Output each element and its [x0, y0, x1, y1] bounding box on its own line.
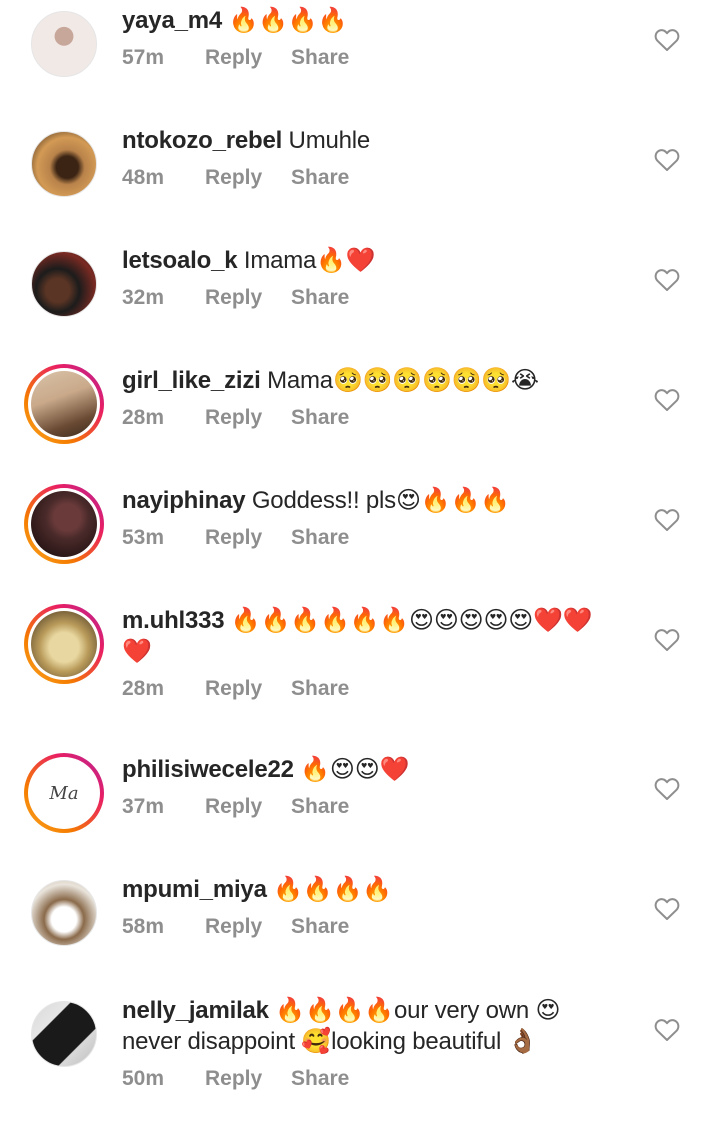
share-button[interactable]: Share	[291, 526, 349, 550]
comment-text: philisiwecele22 🔥😍😍❤️	[122, 754, 622, 785]
comment-username[interactable]: nayiphinay	[122, 487, 246, 514]
heart-outline-icon[interactable]	[654, 268, 680, 292]
heart-outline-icon[interactable]	[654, 777, 680, 801]
reply-button[interactable]: Reply	[205, 286, 291, 310]
avatar-image	[31, 1001, 97, 1067]
story-ring	[24, 604, 104, 684]
comment-meta: 48m Reply Share	[122, 166, 622, 190]
comment-meta: 50m Reply Share	[122, 1067, 592, 1091]
reply-button[interactable]: Reply	[205, 915, 291, 939]
comment-meta: 57m Reply Share	[122, 46, 622, 70]
comment-meta: 28m Reply Share	[122, 677, 612, 701]
reply-button[interactable]: Reply	[205, 1067, 291, 1091]
heart-outline-icon[interactable]	[654, 388, 680, 412]
share-button[interactable]: Share	[291, 286, 349, 310]
avatar-logo: Ma	[31, 760, 97, 826]
comment-body: Goddess!! pls😍🔥🔥🔥	[245, 487, 510, 514]
heart-outline-icon[interactable]	[654, 1018, 680, 1042]
reply-button[interactable]: Reply	[205, 166, 291, 190]
comment-body: Mama🥺🥺🥺🥺🥺🥺😭	[260, 367, 539, 394]
comment-text: letsoalo_k Imama🔥❤️	[122, 245, 622, 276]
story-ring: Ma	[24, 753, 104, 833]
reply-button[interactable]: Reply	[205, 406, 291, 430]
heart-outline-icon[interactable]	[654, 508, 680, 532]
avatar-image	[31, 611, 97, 677]
avatar-image	[31, 491, 97, 557]
comment-username[interactable]: girl_like_zizi	[122, 367, 261, 394]
comment-meta: 37m Reply Share	[122, 795, 622, 819]
heart-outline-icon[interactable]	[654, 148, 680, 172]
comment-meta: 58m Reply Share	[122, 915, 622, 939]
story-ring	[24, 484, 104, 564]
heart-outline-icon[interactable]	[654, 28, 680, 52]
comment-text: m.uhl333 🔥🔥🔥🔥🔥🔥😍😍😍😍😍❤️❤️❤️	[122, 605, 612, 667]
comment-username[interactable]: mpumi_miya	[122, 876, 267, 903]
share-button[interactable]: Share	[291, 166, 349, 190]
avatar[interactable]	[22, 362, 106, 446]
comment-text: nelly_jamilak 🔥🔥🔥🔥our very own 😍 never d…	[122, 995, 592, 1057]
comment-time: 28m	[122, 406, 165, 429]
avatar-image	[31, 880, 97, 946]
avatar[interactable]	[22, 602, 106, 686]
comment-meta: 32m Reply Share	[122, 286, 622, 310]
share-button[interactable]: Share	[291, 677, 349, 701]
avatar-image	[31, 251, 97, 317]
reply-button[interactable]: Reply	[205, 46, 291, 70]
comment-time: 28m	[122, 677, 165, 700]
reply-button[interactable]: Reply	[205, 795, 291, 819]
comment-body: 🔥😍😍❤️	[293, 756, 410, 783]
avatar-image	[31, 371, 97, 437]
heart-outline-icon[interactable]	[654, 628, 680, 652]
avatar[interactable]	[22, 242, 106, 326]
comment-username[interactable]: philisiwecele22	[122, 756, 294, 783]
comment-text: girl_like_zizi Mama🥺🥺🥺🥺🥺🥺😭	[122, 365, 622, 396]
comment-body: 🔥🔥🔥🔥	[222, 7, 348, 34]
comment-time: 48m	[122, 166, 165, 189]
share-button[interactable]: Share	[291, 46, 349, 70]
comment-username[interactable]: letsoalo_k	[122, 247, 238, 274]
share-button[interactable]: Share	[291, 795, 349, 819]
comment-text: ntokozo_rebel Umuhle	[122, 125, 622, 156]
comment-time: 58m	[122, 915, 165, 938]
comment-meta: 28m Reply Share	[122, 406, 622, 430]
comment-text: yaya_m4 🔥🔥🔥🔥	[122, 5, 622, 36]
avatar-image	[31, 11, 97, 77]
share-button[interactable]: Share	[291, 406, 349, 430]
comment-body: Imama🔥❤️	[237, 247, 376, 274]
share-button[interactable]: Share	[291, 1067, 349, 1091]
avatar[interactable]	[22, 122, 106, 206]
avatar[interactable]	[22, 2, 106, 86]
comment-time: 57m	[122, 46, 165, 69]
comment-username[interactable]: nelly_jamilak	[122, 997, 269, 1024]
avatar[interactable]	[22, 482, 106, 566]
comment-time: 37m	[122, 795, 165, 818]
comment-username[interactable]: ntokozo_rebel	[122, 127, 282, 154]
comment-body: 🔥🔥🔥🔥	[266, 876, 392, 903]
avatar[interactable]	[22, 871, 106, 955]
comment-time: 53m	[122, 526, 165, 549]
comment-username[interactable]: m.uhl333	[122, 607, 225, 634]
comment-meta: 53m Reply Share	[122, 526, 622, 550]
comment-body: Umuhle	[282, 127, 371, 154]
reply-button[interactable]: Reply	[205, 677, 291, 701]
comment-time: 50m	[122, 1067, 165, 1090]
avatar[interactable]	[22, 992, 106, 1076]
story-ring	[24, 364, 104, 444]
comment-username[interactable]: yaya_m4	[122, 7, 222, 34]
share-button[interactable]: Share	[291, 915, 349, 939]
avatar[interactable]: Ma	[22, 751, 106, 835]
heart-outline-icon[interactable]	[654, 897, 680, 921]
comment-text: mpumi_miya 🔥🔥🔥🔥	[122, 874, 622, 905]
reply-button[interactable]: Reply	[205, 526, 291, 550]
avatar-image	[31, 131, 97, 197]
comment-text: nayiphinay Goddess!! pls😍🔥🔥🔥	[122, 485, 622, 516]
comment-time: 32m	[122, 286, 165, 309]
